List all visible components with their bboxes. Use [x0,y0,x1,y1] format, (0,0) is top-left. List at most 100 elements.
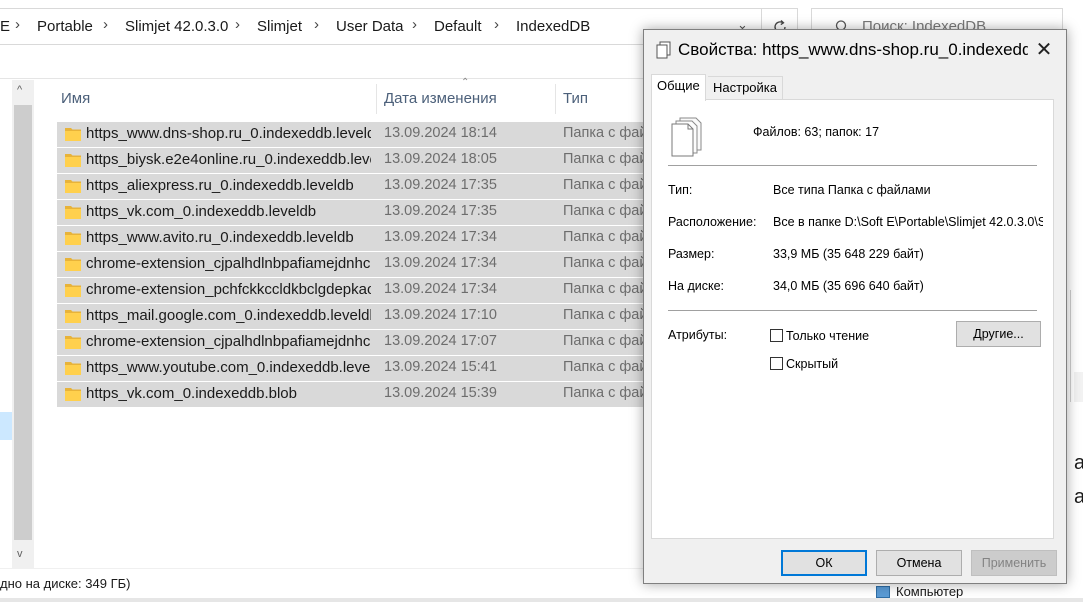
file-date: 13.09.2024 15:41 [384,359,497,375]
close-icon: ✕ [1035,39,1053,61]
size-label: Размер: [668,247,715,261]
file-date: 13.09.2024 17:07 [384,333,497,349]
breadcrumb-user-data[interactable]: User Data [336,18,404,35]
file-name: https_www.youtube.com_0.indexeddb.leveld… [86,359,371,376]
file-name: https_www.avito.ru_0.indexeddb.leveldb [86,229,354,246]
folder-icon [65,362,81,375]
table-row[interactable]: chrome-extension_cjpalhdlnbpafiamejdnhcp… [57,330,682,355]
breadcrumb-default[interactable]: Default [434,18,482,35]
toolbar-divider [0,78,643,79]
breadcrumb-slimjet[interactable]: Slimjet [257,18,302,35]
file-name: chrome-extension_cjpalhdlnbpafiamejdnhcp… [86,255,371,272]
location-value: Все в папке D:\Soft E\Portable\Slimjet 4… [773,215,1043,229]
background-window-edge [1074,372,1083,402]
dialog-title: Свойства: https_www.dns-shop.ru_0.indexe… [678,40,1028,59]
tab-general[interactable]: Общие [651,74,706,101]
folder-icon [65,388,81,401]
apply-button[interactable]: Применить [971,550,1057,576]
nav-pane-scrollbar[interactable]: ^ v [12,80,34,570]
computer-icon [876,586,890,598]
scrollbar-thumb[interactable] [14,105,32,540]
table-row[interactable]: chrome-extension_cjpalhdlnbpafiamejdnhcp… [57,252,682,277]
folder-icon [65,180,81,193]
file-date: 13.09.2024 15:39 [384,385,497,401]
table-row[interactable]: https_vk.com_0.indexeddb.blob 13.09.2024 … [57,382,682,407]
table-row[interactable]: https_mail.google.com_0.indexeddb.leveld… [57,304,682,329]
breadcrumb-separator[interactable]: › [15,16,20,33]
column-separator[interactable] [376,84,377,114]
scroll-up-icon[interactable]: ^ [17,84,22,96]
hidden-checkbox[interactable] [770,357,783,370]
column-header-date[interactable]: Дата изменения [384,90,497,124]
background-text: а [1074,486,1083,508]
file-date: 13.09.2024 18:14 [384,125,497,141]
status-text: дно на диске: 349 ГБ) [0,576,131,591]
scroll-down-icon[interactable]: v [17,548,23,560]
hidden-label[interactable]: Скрытый [786,357,838,371]
files-count: Файлов: 63; папок: 17 [753,125,880,139]
file-date: 13.09.2024 17:34 [384,255,497,271]
breadcrumb-separator[interactable]: › [412,16,417,33]
sort-indicator-icon: ⌃ [461,77,470,88]
breadcrumb-indexeddb[interactable]: IndexedDB [516,18,590,35]
attributes-label: Атрибуты: [668,328,728,342]
close-button[interactable]: ✕ [1024,32,1064,68]
breadcrumb-separator[interactable]: › [314,16,319,33]
tab-settings[interactable]: Настройка [708,76,783,100]
separator [668,165,1037,166]
breadcrumb-drive[interactable]: E [0,18,10,35]
file-name: https_www.dns-shop.ru_0.indexeddb.leveld… [86,125,371,142]
file-name: https_biysk.e2e4online.ru_0.indexeddb.le… [86,151,371,168]
breadcrumb-portable[interactable]: Portable [37,18,93,35]
files-icon [656,41,671,59]
file-name: https_mail.google.com_0.indexeddb.leveld… [86,307,371,324]
table-row[interactable]: https_biysk.e2e4online.ru_0.indexeddb.le… [57,148,682,173]
folder-icon [65,128,81,141]
column-header-type[interactable]: Тип [563,90,588,124]
location-label: Расположение: [668,215,757,229]
file-name: chrome-extension_cjpalhdlnbpafiamejdnhcp… [86,333,371,350]
file-name: https_vk.com_0.indexeddb.blob [86,385,297,402]
general-tab-panel: Файлов: 63; папок: 17 Тип: Все типа Папк… [651,99,1054,539]
disk-size-value: 34,0 МБ (35 696 640 байт) [773,279,924,293]
readonly-label[interactable]: Только чтение [786,329,869,343]
file-date: 13.09.2024 17:34 [384,229,497,245]
cancel-button[interactable]: Отмена [876,550,962,576]
type-label: Тип: [668,183,693,197]
table-row[interactable]: chrome-extension_pchfckkccldkbclgdepkaon… [57,278,682,303]
file-date: 13.09.2024 17:35 [384,203,497,219]
type-value: Все типа Папка с файлами [773,183,931,197]
nav-pane-selection[interactable] [0,412,12,440]
advanced-attributes-button[interactable]: Другие... [956,321,1041,347]
multiple-files-icon [671,117,702,157]
window-bottom-edge [0,598,1083,602]
column-header-name[interactable]: Имя [61,90,90,124]
breadcrumb-separator[interactable]: › [494,16,499,33]
file-name: https_vk.com_0.indexeddb.leveldb [86,203,317,220]
ok-button[interactable]: ОК [781,550,867,576]
folder-icon [65,310,81,323]
column-separator[interactable] [555,84,556,114]
table-row[interactable]: https_www.youtube.com_0.indexeddb.leveld… [57,356,682,381]
file-date: 13.09.2024 17:10 [384,307,497,323]
folder-icon [65,206,81,219]
folder-icon [65,284,81,297]
table-row[interactable]: https_vk.com_0.indexeddb.leveldb 13.09.20… [57,200,682,225]
table-row[interactable]: https_www.dns-shop.ru_0.indexeddb.leveld… [57,122,682,147]
properties-dialog: Свойства: https_www.dns-shop.ru_0.indexe… [643,29,1067,584]
folder-icon [65,154,81,167]
table-row[interactable]: https_www.avito.ru_0.indexeddb.leveldb 13… [57,226,682,251]
breadcrumb-slimjet-version[interactable]: Slimjet 42.0.3.0 [125,18,228,35]
folder-icon [65,336,81,349]
status-bar: дно на диске: 349 ГБ) [0,568,643,598]
breadcrumb-separator[interactable]: › [235,16,240,33]
file-name: https_aliexpress.ru_0.indexeddb.leveldb [86,177,354,194]
table-row[interactable]: https_aliexpress.ru_0.indexeddb.leveldb 1… [57,174,682,199]
background-text: а [1074,452,1083,474]
readonly-checkbox[interactable] [770,329,783,342]
size-value: 33,9 МБ (35 648 229 байт) [773,247,924,261]
file-name: chrome-extension_pchfckkccldkbclgdepkaon… [86,281,371,298]
breadcrumb-separator[interactable]: › [103,16,108,33]
file-date: 13.09.2024 17:34 [384,281,497,297]
folder-icon [65,258,81,271]
